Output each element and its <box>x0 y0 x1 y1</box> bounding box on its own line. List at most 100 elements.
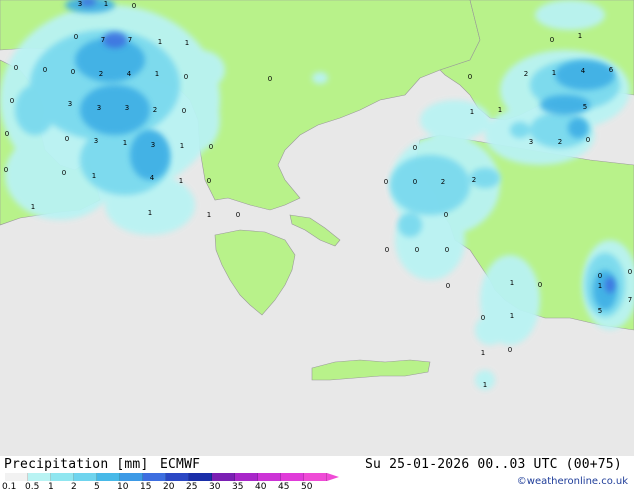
legend-swatch <box>258 473 281 481</box>
legend-swatch <box>97 473 120 481</box>
precip-value-label: 1 <box>207 211 211 219</box>
precip-value-label: 1 <box>598 282 602 290</box>
precip-value-label: 0 <box>384 178 388 186</box>
legend-swatch <box>74 473 97 481</box>
legend-tick-label: 5 <box>94 482 100 492</box>
precip-value-label: 4 <box>581 67 586 75</box>
precip-value-label: 0 <box>209 143 213 151</box>
precip-value-label: 0 <box>207 177 211 185</box>
precip-value-label: 0 <box>4 166 8 174</box>
precip-value-label: 1 <box>179 177 183 185</box>
legend-swatch <box>235 473 258 481</box>
model-name: ECMWF <box>160 457 201 472</box>
precip-value-label: 1 <box>552 69 556 77</box>
precip-value-label: 2 <box>558 138 562 146</box>
precip-value-label: 0 <box>268 75 272 83</box>
precip-value-label: 0 <box>445 246 449 254</box>
legend-tick-label: 45 <box>278 482 290 492</box>
precip-value-label: 0 <box>182 107 186 115</box>
legend-swatch <box>120 473 143 481</box>
legend-tick-label: 35 <box>232 482 244 492</box>
legend-swatch <box>143 473 166 481</box>
precip-value-label: 4 <box>127 70 132 78</box>
credit-link[interactable]: ©weatheronline.co.uk <box>517 476 628 487</box>
precip-value-label: 1 <box>104 0 108 8</box>
legend-swatch <box>212 473 235 481</box>
legend-swatch <box>5 473 28 481</box>
precip-value-label: 6 <box>609 66 614 74</box>
precip-value-label: 0 <box>5 130 9 138</box>
precip-value-label: 0 <box>10 97 14 105</box>
legend-tick-label: 50 <box>301 482 313 492</box>
legend-tick-label: 25 <box>186 482 198 492</box>
precip-value-label: 3 <box>94 137 98 145</box>
precip-value-label: 7 <box>128 36 132 44</box>
legend-color-bar <box>5 473 339 481</box>
precip-value-label: 3 <box>529 138 533 146</box>
precip-value-label: 0 <box>413 178 417 186</box>
precip-value-label: 2 <box>99 70 103 78</box>
precip-value-label: 0 <box>538 281 542 289</box>
precip-value-label: 0 <box>586 136 590 144</box>
legend-tick-label: 0.5 <box>25 482 40 492</box>
precip-value-label: 0 <box>385 246 389 254</box>
legend-tick-label: 40 <box>255 482 267 492</box>
precip-value-label: 0 <box>628 268 632 276</box>
precip-value-label: 0 <box>74 33 78 41</box>
valid-datetime: Su 25-01-2026 00..03 UTC (00+75) <box>365 457 622 472</box>
legend-tick-label: 2 <box>71 482 77 492</box>
precip-value-label: 1 <box>510 279 514 287</box>
precipitation-map: 3 1 0 0 7 7 1 1 0 0 0 2 4 1 0 0 0 3 3 3 2 0 0 3 1 3 1 0 0 0 1 4 1 0 1 1 1 0 0 0… <box>0 0 634 456</box>
precip-value-label: 1 <box>510 312 514 320</box>
precip-value-label: 1 <box>498 106 502 114</box>
precip-value-label: 0 <box>413 144 417 152</box>
precip-value-label: 0 <box>598 272 602 280</box>
precip-value-label: 0 <box>184 73 188 81</box>
precip-value-label: 1 <box>180 142 184 150</box>
legend-swatch <box>51 473 74 481</box>
legend-swatch <box>166 473 189 481</box>
precip-value-label: 7 <box>101 36 105 44</box>
legend-swatch <box>304 473 327 481</box>
precip-value-label: 1 <box>148 209 152 217</box>
legend-arrow <box>327 473 339 481</box>
precip-value-label: 1 <box>158 38 162 46</box>
precip-value-label: 0 <box>550 36 554 44</box>
precip-value-label: 2 <box>472 176 476 184</box>
legend-tick-label: 20 <box>163 482 175 492</box>
precip-value-label: 0 <box>71 68 75 76</box>
precip-value-label: 3 <box>151 141 155 149</box>
precip-value-label: 1 <box>123 139 127 147</box>
precip-value-label: 3 <box>78 0 82 8</box>
precip-value-label: 0 <box>508 346 512 354</box>
precip-value-label: 0 <box>468 73 472 81</box>
precip-value-label: 0 <box>43 66 47 74</box>
precip-value-label: 5 <box>598 307 602 315</box>
precip-value-label: 3 <box>68 100 72 108</box>
precip-value-label: 0 <box>415 246 419 254</box>
legend-tick-label: 0.1 <box>2 482 17 492</box>
legend-tick-label: 1 <box>48 482 54 492</box>
precip-value-label: 2 <box>153 106 157 114</box>
precip-value-label: 3 <box>97 104 101 112</box>
precip-value-label: 0 <box>132 2 136 10</box>
map-title: Precipitation [mm] <box>4 457 149 472</box>
precip-value-label: 1 <box>483 381 487 389</box>
legend-swatch <box>28 473 51 481</box>
precip-value-label: 1 <box>185 39 189 47</box>
precip-value-label: 0 <box>65 135 69 143</box>
precip-value-label: 4 <box>150 174 155 182</box>
precip-value-label: 0 <box>62 169 66 177</box>
map-canvas: 3 1 0 0 7 7 1 1 0 0 0 2 4 1 0 0 0 3 3 3 2 0 0 3 1 3 1 0 0 0 1 4 1 0 1 1 1 0 0 0… <box>0 0 634 456</box>
precip-value-label: 0 <box>236 211 240 219</box>
precip-value-label: 5 <box>583 103 587 111</box>
precip-value-label: 7 <box>628 296 632 304</box>
precip-value-label: 1 <box>31 203 35 211</box>
precip-value-label: 1 <box>481 349 485 357</box>
precip-value-label: 1 <box>155 70 159 78</box>
precip-value-label: 1 <box>92 172 96 180</box>
precip-value-label: 0 <box>14 64 18 72</box>
precip-value-label: 0 <box>444 211 448 219</box>
legend-tick-label: 30 <box>209 482 221 492</box>
legend-tick-label: 15 <box>140 482 152 492</box>
